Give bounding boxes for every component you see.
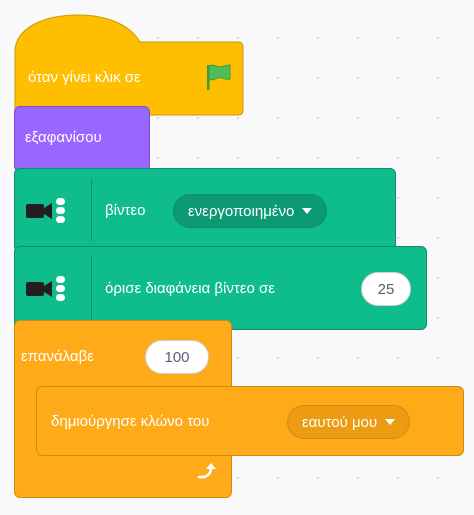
- extension-divider: [91, 257, 92, 319]
- hide-label: εξαφανίσου: [25, 129, 102, 146]
- video-label: βίντεο: [105, 202, 146, 219]
- video-state-dropdown[interactable]: ενεργοποιημένο: [173, 194, 328, 228]
- when-flag-clicked-label: όταν γίνει κλικ σε: [28, 69, 141, 86]
- create-clone-label: δημιούργησε κλώνο του: [51, 413, 210, 430]
- loop-arrow-icon: [195, 462, 217, 486]
- video-toggle-block[interactable]: βίντεο ενεργοποιημένο: [14, 168, 396, 252]
- repeat-block-footer: [14, 452, 232, 498]
- repeat-label: επανάλαβε: [21, 348, 94, 365]
- set-video-transparency-block[interactable]: όρισε διαφάνεια βίντεο σε 25: [14, 246, 427, 330]
- chevron-down-icon: [385, 419, 396, 425]
- transparency-value-input[interactable]: 25: [361, 272, 411, 306]
- repeat-block-arm: [14, 390, 36, 454]
- when-flag-clicked-block[interactable]: όταν γίνει κλικ σε: [14, 14, 244, 116]
- set-video-transparency-label: όρισε διαφάνεια βίντεο σε: [105, 280, 275, 297]
- repeat-block[interactable]: επανάλαβε 100: [14, 320, 232, 392]
- create-clone-block[interactable]: δημιούργησε κλώνο του εαυτού μου: [36, 386, 464, 456]
- chevron-down-icon: [302, 208, 313, 214]
- clone-target-value: εαυτού μου: [302, 413, 378, 431]
- video-state-value: ενεργοποιημένο: [188, 202, 295, 220]
- repeat-count-input[interactable]: 100: [145, 340, 209, 374]
- video-camera-icon: [25, 196, 69, 230]
- video-camera-icon: [25, 274, 69, 308]
- hide-block[interactable]: εξαφανίσου: [14, 106, 150, 172]
- extension-divider: [91, 179, 92, 241]
- clone-target-dropdown[interactable]: εαυτού μου: [287, 405, 411, 439]
